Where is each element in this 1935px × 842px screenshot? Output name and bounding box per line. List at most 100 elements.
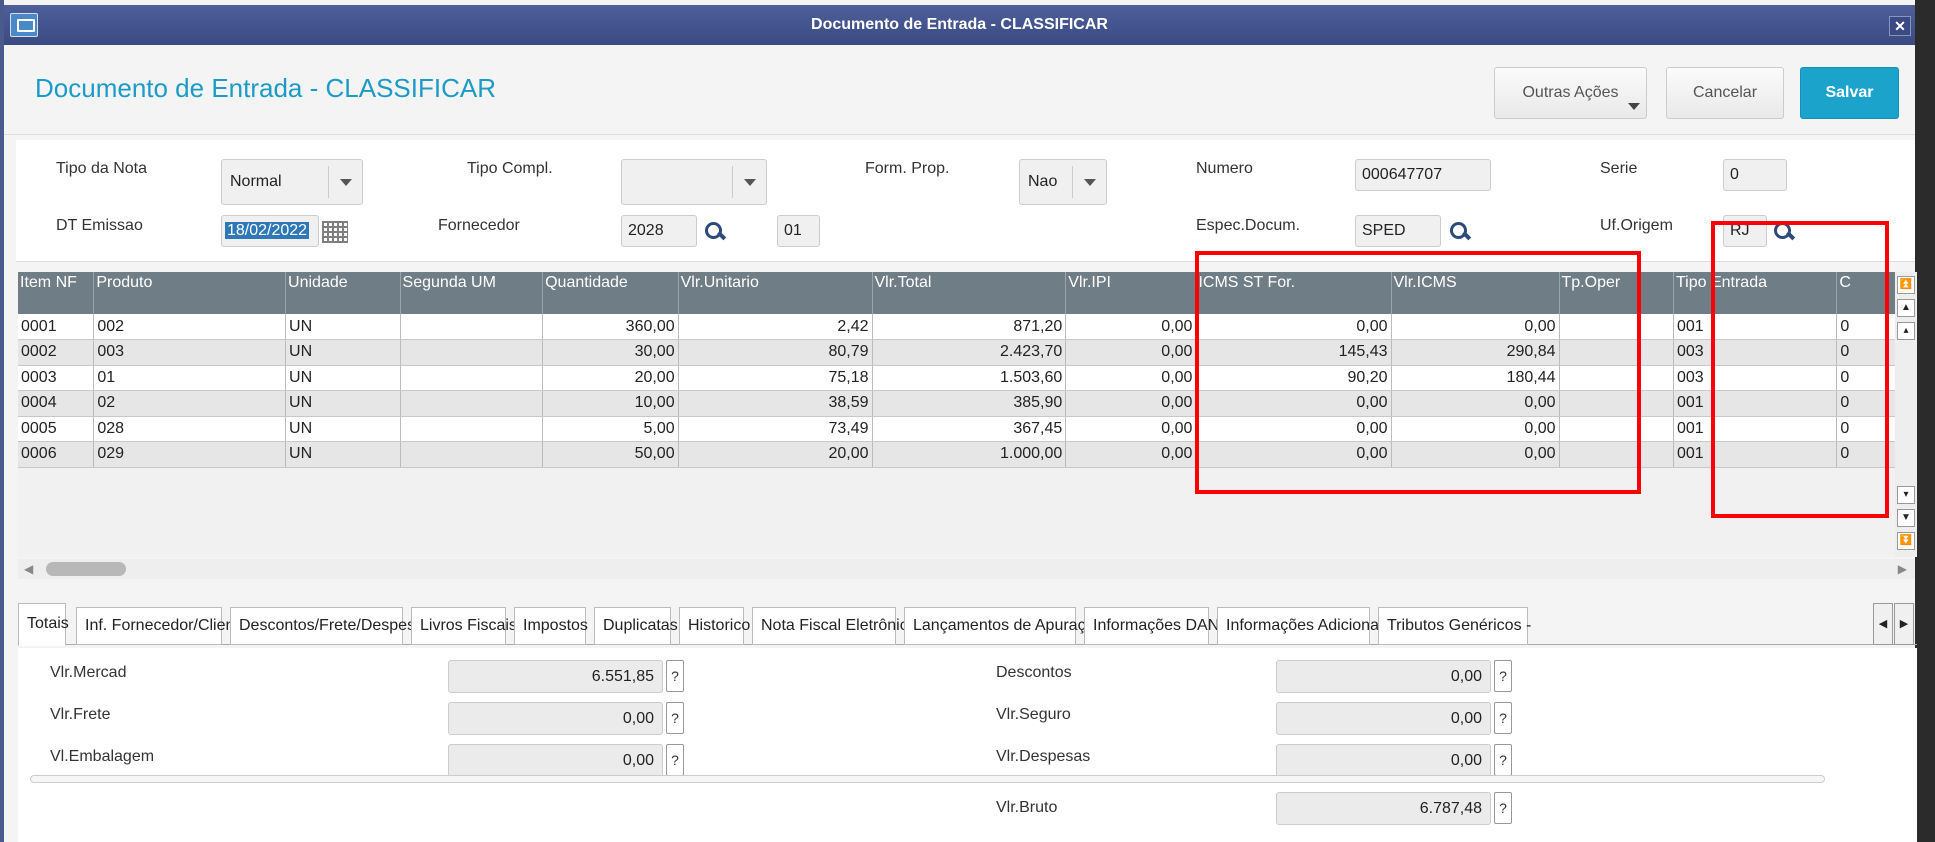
vertical-scrollbar[interactable]: ⏫ ▲ ▴ ▾ ▼ ⏬ (1895, 272, 1917, 557)
tab-informa-es-danfe[interactable]: Informações DANFE (1084, 607, 1240, 645)
tipo-nota-select[interactable]: Normal (221, 159, 363, 205)
table-cell[interactable]: 001 (1673, 441, 1838, 468)
table-cell[interactable] (400, 339, 544, 366)
column-header[interactable]: Item NF (18, 272, 95, 314)
table-cell[interactable]: 0001 (18, 314, 95, 340)
save-button[interactable]: Salvar (1800, 67, 1899, 119)
tab-tributos-gen-ricos[interactable]: Tributos Genéricos - (1378, 607, 1531, 645)
table-cell[interactable]: UN (285, 390, 401, 417)
scroll-left-icon[interactable]: ◀ (24, 562, 33, 576)
tab-scroll-right-icon[interactable]: ▶ (1894, 603, 1914, 645)
column-header[interactable]: C (1836, 272, 1897, 314)
table-cell[interactable]: 0 (1836, 314, 1897, 340)
help-icon[interactable]: ? (1494, 744, 1512, 776)
table-cell[interactable] (1559, 416, 1674, 442)
column-header[interactable]: Tipo Entrada (1673, 272, 1838, 314)
table-cell[interactable]: 1.000,00 (872, 441, 1067, 468)
table-cell[interactable]: 0,00 (1195, 416, 1392, 442)
scroll-page-down-icon[interactable]: ▼ (1897, 509, 1915, 527)
vlr-despesas-field[interactable]: 0,00 (1276, 744, 1491, 777)
tipo-compl-select[interactable] (621, 159, 767, 205)
table-cell[interactable]: 2.423,70 (872, 339, 1067, 366)
tab-nota-fiscal-eletr-nica[interactable]: Nota Fiscal Eletrônica (752, 607, 917, 645)
help-icon[interactable]: ? (666, 660, 684, 692)
table-cell[interactable]: 0 (1836, 441, 1897, 468)
table-cell[interactable]: UN (285, 441, 401, 468)
table-cell[interactable] (400, 416, 544, 442)
table-cell[interactable]: 0,00 (1065, 365, 1197, 391)
table-cell[interactable]: 50,00 (542, 441, 679, 468)
column-header[interactable]: Tp.Oper (1559, 272, 1674, 314)
fornecedor-field[interactable]: 2028 (621, 215, 697, 247)
table-cell[interactable]: 0,00 (1065, 339, 1197, 366)
table-cell[interactable]: 029 (93, 441, 287, 468)
table-cell[interactable]: 75,18 (678, 365, 873, 391)
search-icon[interactable] (1450, 222, 1470, 242)
table-cell[interactable]: 5,00 (542, 416, 679, 442)
table-row[interactable]: 0004 02 UN 10,00 38,59 385,90 0,00 0,00 0,00 001 0 (18, 390, 1897, 417)
search-icon[interactable] (705, 222, 725, 242)
table-cell[interactable]: 0 (1836, 339, 1897, 366)
table-cell[interactable]: 0,00 (1391, 441, 1560, 468)
table-cell[interactable] (400, 390, 544, 417)
table-cell[interactable]: 0003 (18, 365, 95, 391)
table-cell[interactable]: 0 (1836, 365, 1897, 391)
table-cell[interactable]: 0,00 (1065, 390, 1197, 417)
dt-emissao-field[interactable]: 18/02/2022 (221, 215, 319, 247)
table-cell[interactable]: 385,90 (872, 390, 1067, 417)
table-row[interactable]: 0006 029 UN 50,00 20,00 1.000,00 0,00 0,00 0,00 0… (18, 441, 1897, 468)
scrollbar-thumb[interactable] (46, 562, 126, 576)
table-cell[interactable]: UN (285, 339, 401, 366)
table-cell[interactable] (1559, 365, 1674, 391)
table-cell[interactable] (400, 314, 544, 340)
tab-scroll-left-icon[interactable]: ◀ (1873, 603, 1893, 645)
table-cell[interactable]: 01 (93, 365, 287, 391)
table-row[interactable]: 0005 028 UN 5,00 73,49 367,45 0,00 0,00 0,00 001 0 (18, 416, 1897, 442)
table-cell[interactable]: 003 (1673, 339, 1838, 366)
table-cell[interactable]: 0 (1836, 390, 1897, 417)
uf-origem-field[interactable]: RJ (1723, 215, 1767, 247)
table-cell[interactable]: 20,00 (542, 365, 679, 391)
table-cell[interactable]: 02 (93, 390, 287, 417)
espec-docum-field[interactable]: SPED (1355, 215, 1441, 247)
table-cell[interactable]: 028 (93, 416, 287, 442)
tab-lan-amentos-de-apura-o[interactable]: Lançamentos de Apuração (904, 607, 1103, 645)
table-cell[interactable]: 20,00 (678, 441, 873, 468)
descontos-field[interactable]: 0,00 (1276, 660, 1491, 693)
calendar-icon[interactable] (322, 221, 348, 243)
table-cell[interactable]: 0006 (18, 441, 95, 468)
scroll-top-icon[interactable]: ⏫ (1897, 276, 1915, 294)
column-header[interactable]: Vlr.ICMS (1391, 272, 1560, 314)
table-cell[interactable]: 0,00 (1065, 441, 1197, 468)
loja-field[interactable]: 01 (777, 215, 820, 247)
table-cell[interactable]: 0004 (18, 390, 95, 417)
table-cell[interactable]: UN (285, 416, 401, 442)
table-cell[interactable]: 290,84 (1391, 339, 1560, 366)
form-prop-select[interactable]: Nao (1019, 159, 1107, 205)
tab-informa-es-adicionais[interactable]: Informações Adicionais (1217, 607, 1391, 645)
table-cell[interactable]: 80,79 (678, 339, 873, 366)
table-row[interactable]: 0002 003 UN 30,00 80,79 2.423,70 0,00 145,43 290… (18, 339, 1897, 366)
tab-descontos-frete-despesas[interactable]: Descontos/Frete/Despesas (230, 607, 432, 645)
tab-duplicatas[interactable]: Duplicatas (594, 607, 678, 645)
column-header[interactable]: Vlr.Unitario (678, 272, 873, 314)
tab-livros-fiscais[interactable]: Livros Fiscais (411, 607, 517, 645)
close-icon[interactable]: ✕ (1889, 16, 1911, 36)
table-cell[interactable]: 38,59 (678, 390, 873, 417)
outras-acoes-button[interactable]: Outras Ações (1494, 67, 1647, 119)
horizontal-scrollbar[interactable]: ◀ ▶ (18, 559, 1915, 579)
table-cell[interactable]: 145,43 (1195, 339, 1392, 366)
tab-totais[interactable]: Totais (18, 603, 69, 646)
table-cell[interactable]: 0,00 (1065, 416, 1197, 442)
vl-embalagem-field[interactable]: 0,00 (448, 744, 663, 777)
help-icon[interactable]: ? (1494, 660, 1512, 692)
help-icon[interactable]: ? (1494, 792, 1512, 824)
scroll-page-up-icon[interactable]: ▲ (1897, 299, 1915, 317)
scroll-bottom-icon[interactable]: ⏬ (1897, 532, 1915, 550)
cancel-button[interactable]: Cancelar (1666, 67, 1784, 119)
table-cell[interactable]: 0,00 (1391, 314, 1560, 340)
search-icon[interactable] (1774, 222, 1794, 242)
table-cell[interactable]: 1.503,60 (872, 365, 1067, 391)
table-cell[interactable]: 180,44 (1391, 365, 1560, 391)
table-cell[interactable] (400, 365, 544, 391)
